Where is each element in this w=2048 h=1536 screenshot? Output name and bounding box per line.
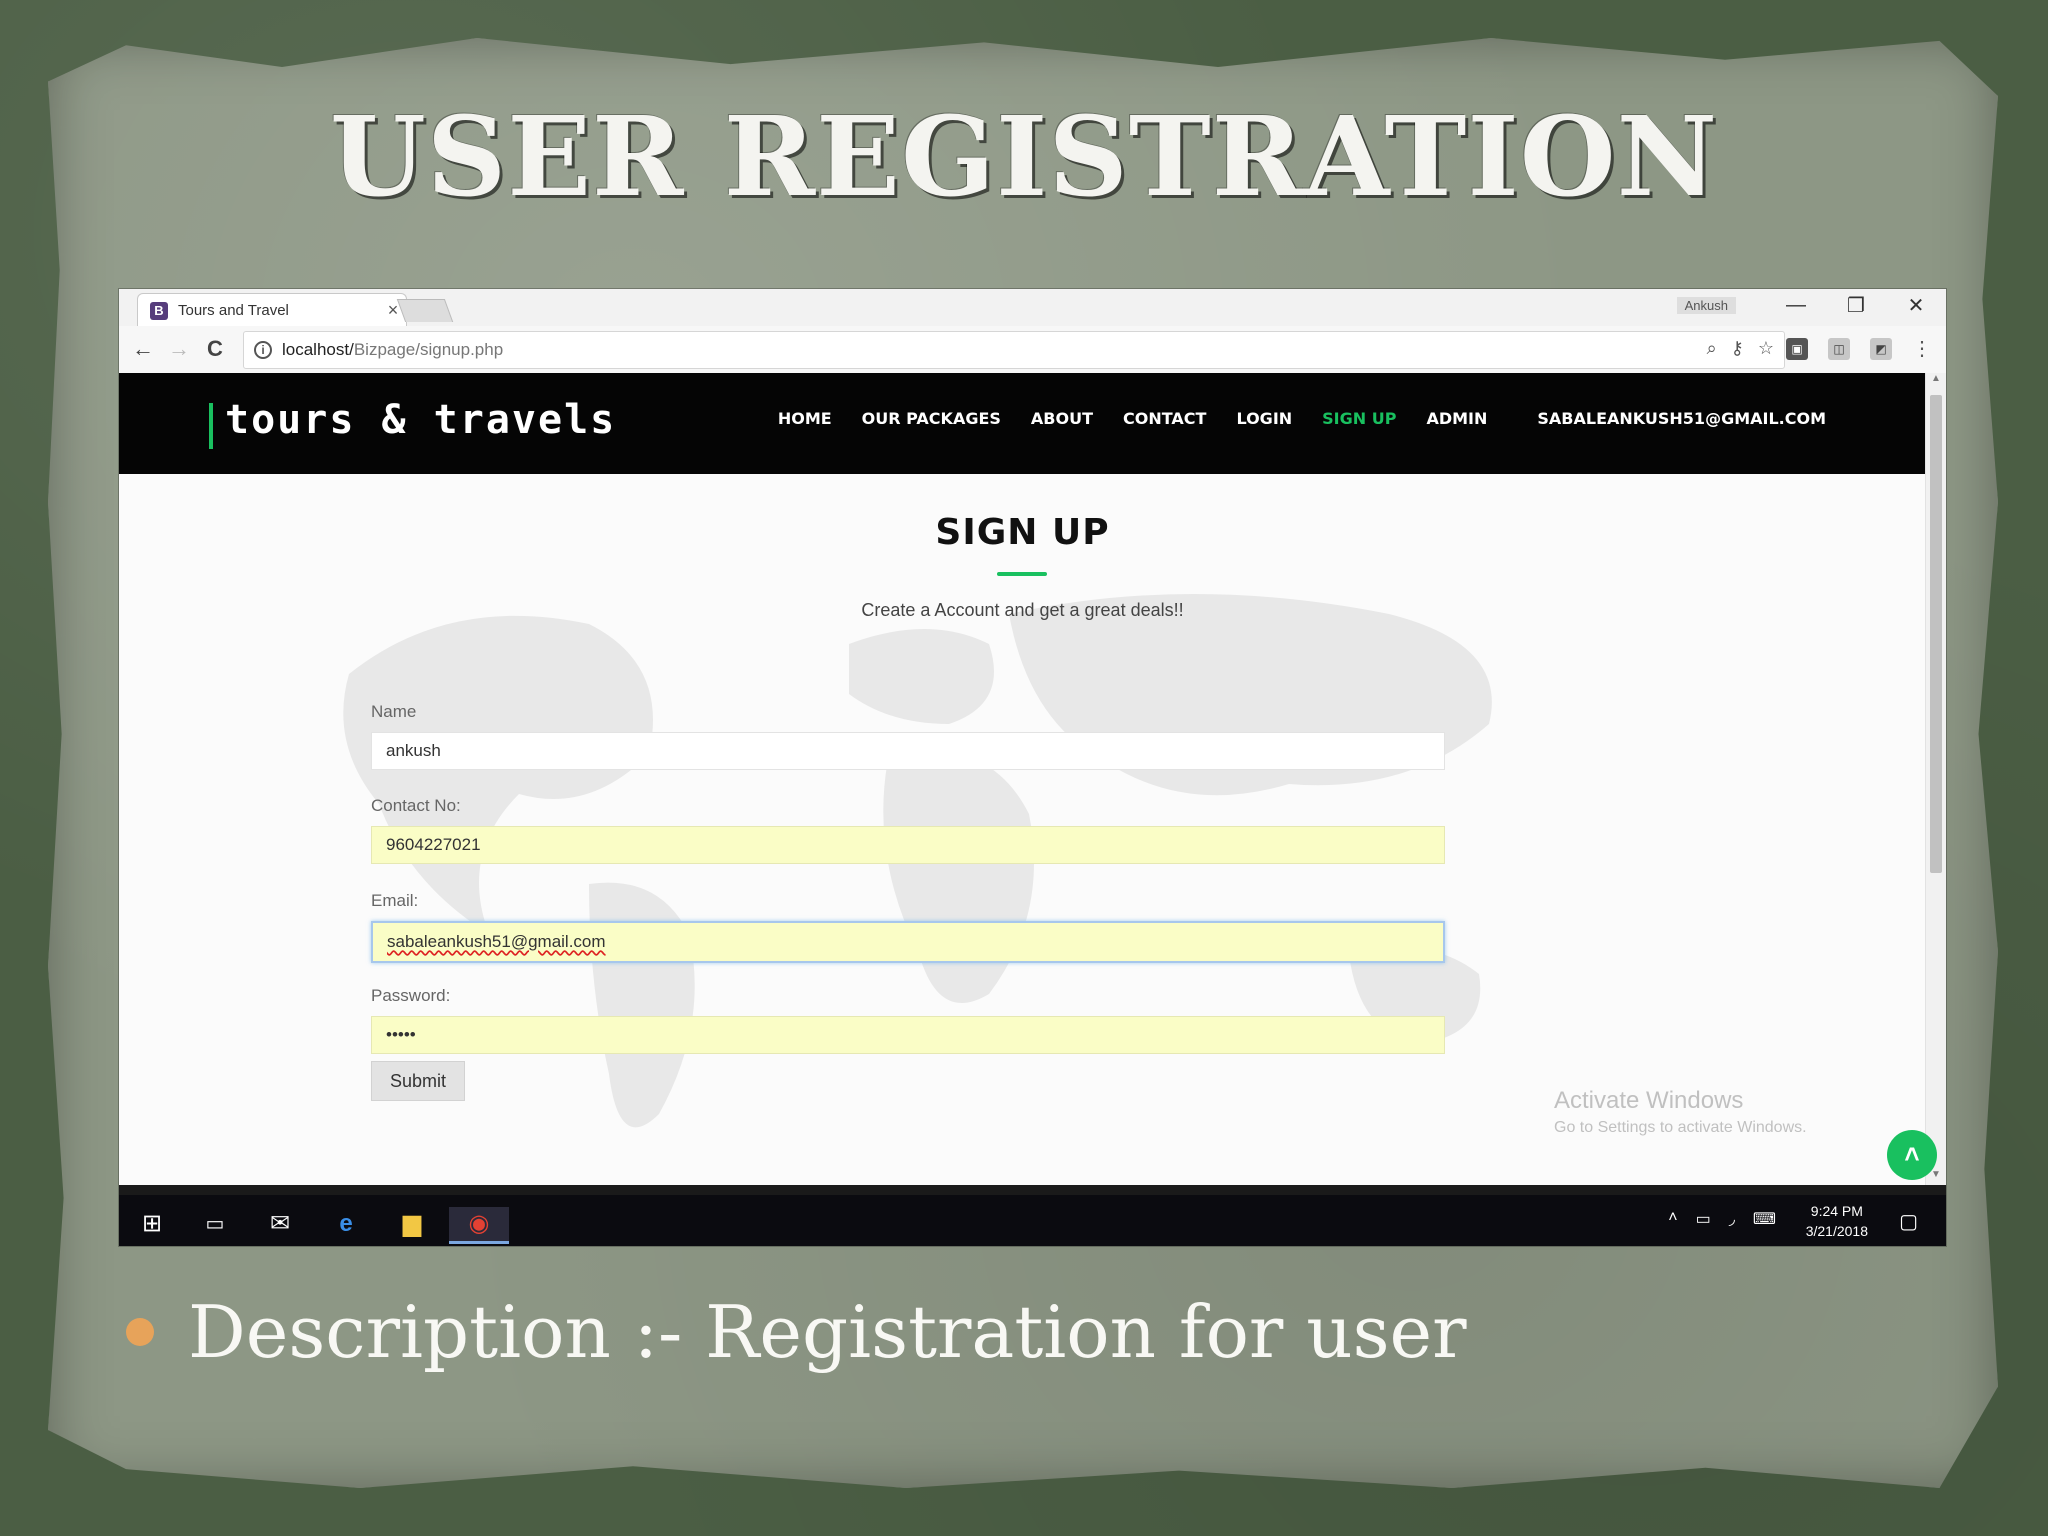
file-explorer-icon[interactable]: ▆ [389,1207,435,1241]
minimize-button[interactable]: — [1766,294,1826,317]
contact-field[interactable]: 9604227021 [371,826,1445,864]
windows-start-icon[interactable]: ⊞ [129,1207,175,1241]
zoom-icon[interactable]: ⌕ [1707,338,1717,359]
extension-icons: ▣ ◫ ◩ ⋮ [1786,338,1932,360]
extension-icon[interactable]: ◫ [1828,338,1850,360]
bootstrap-favicon-icon: B [150,301,168,320]
nav-sign-up[interactable]: SIGN UP [1322,409,1396,428]
activate-windows-watermark: Activate Windows Go to Settings to activ… [1554,1087,1807,1136]
back-button[interactable]: ← [129,335,157,363]
scroll-up-arrow-icon[interactable]: ▲ [1926,373,1946,389]
signup-section: SIGN UP Create a Account and get a great… [119,474,1926,1185]
edge-icon[interactable]: e [323,1207,369,1241]
info-icon[interactable]: i [254,341,272,359]
task-view-icon[interactable]: ▭ [192,1207,238,1241]
nav-our-packages[interactable]: OUR PACKAGES [862,409,1001,428]
window-controls: Ankush — ❐ ✕ [1676,289,1946,321]
keyboard-icon[interactable]: ⌨ [1753,1209,1776,1229]
omnibox-icons: ⌕ ⚷ ☆ [1707,338,1774,359]
chrome-icon[interactable]: ◉ [449,1207,509,1244]
profile-name[interactable]: Ankush [1676,296,1736,314]
extension-icon[interactable]: ◩ [1870,338,1892,360]
system-tray: ˄ ▭ ◞ ⌨ [1668,1209,1776,1229]
main-menu: HOME OUR PACKAGES ABOUT CONTACT LOGIN SI… [778,409,1826,428]
description-text: Description :- Registration for user [188,1290,1467,1374]
battery-icon[interactable]: ▭ [1696,1209,1711,1229]
brand-accent-bar [209,403,213,449]
vertical-scrollbar[interactable]: ▲ ▼ [1925,373,1946,1185]
url-text: localhost/Bizpage/signup.php [282,340,504,359]
bullet-dot [126,1318,154,1346]
submit-button[interactable]: Submit [371,1061,465,1101]
mail-icon[interactable]: ✉ [257,1207,303,1241]
password-field[interactable]: ••••• [371,1016,1445,1054]
chevron-up-icon[interactable]: ˄ [1668,1209,1677,1229]
browser-tab[interactable]: B Tours and Travel × [137,293,407,327]
slide-title: USER REGISTRATION [329,92,1719,221]
taskbar-clock[interactable]: 9:24 PM 3/21/2018 [1806,1201,1868,1241]
notification-icon[interactable]: ▢ [1899,1209,1918,1234]
tab-title: Tours and Travel [178,302,289,319]
extension-badge-icon[interactable]: ▣ [1786,338,1808,360]
nav-admin[interactable]: ADMIN [1426,409,1487,428]
key-icon[interactable]: ⚷ [1731,338,1744,359]
email-field[interactable]: sabaleankush51@gmail.com [371,921,1445,963]
page-subtitle: Create a Account and get a great deals!! [861,600,1184,620]
browser-screenshot: B Tours and Travel × Ankush — ❐ ✕ ← → C … [119,289,1946,1246]
name-field[interactable]: ankush [371,732,1445,770]
contact-label: Contact No: [371,796,461,815]
wifi-icon[interactable]: ◞ [1729,1209,1735,1229]
reload-button[interactable]: C [201,335,229,363]
url-input[interactable]: i localhost/Bizpage/signup.php ⌕ ⚷ ☆ [243,331,1785,369]
close-window-button[interactable]: ✕ [1886,293,1946,318]
new-tab-button[interactable] [396,299,454,322]
restore-button[interactable]: ❐ [1826,293,1886,318]
nav-about[interactable]: ABOUT [1031,409,1093,428]
scrollbar-thumb[interactable] [1930,395,1942,873]
star-icon[interactable]: ☆ [1758,338,1774,359]
nav-home[interactable]: HOME [778,409,832,428]
back-to-top-button[interactable]: ˄ [1887,1130,1937,1180]
world-map-background [343,594,1492,1128]
name-label: Name [371,702,417,721]
site-navbar: tours & travels HOME OUR PACKAGES ABOUT … [119,373,1926,474]
page-title: SIGN UP [935,512,1110,553]
nav-login[interactable]: LOGIN [1236,409,1292,428]
description-bullet: Description :- Registration for user [126,1290,1467,1374]
nav-user-email[interactable]: SABALEANKUSH51@GMAIL.COM [1537,409,1826,428]
password-label: Password: [371,986,451,1005]
site-logo[interactable]: tours & travels [225,397,616,443]
browser-tab-strip: B Tours and Travel × Ankush — ❐ ✕ [119,289,1946,327]
title-underline [997,572,1047,576]
nav-contact[interactable]: CONTACT [1123,409,1206,428]
windows-taskbar: ⊞ ▭ ✉ e ▆ ◉ ˄ ▭ ◞ ⌨ 9:24 PM 3/21/2018 ▢ [119,1185,1946,1246]
menu-kebab-icon[interactable]: ⋮ [1912,338,1932,360]
address-bar-row: ← → C i localhost/Bizpage/signup.php ⌕ ⚷… [119,326,1946,374]
email-label: Email: [371,891,419,910]
forward-button[interactable]: → [165,335,193,363]
